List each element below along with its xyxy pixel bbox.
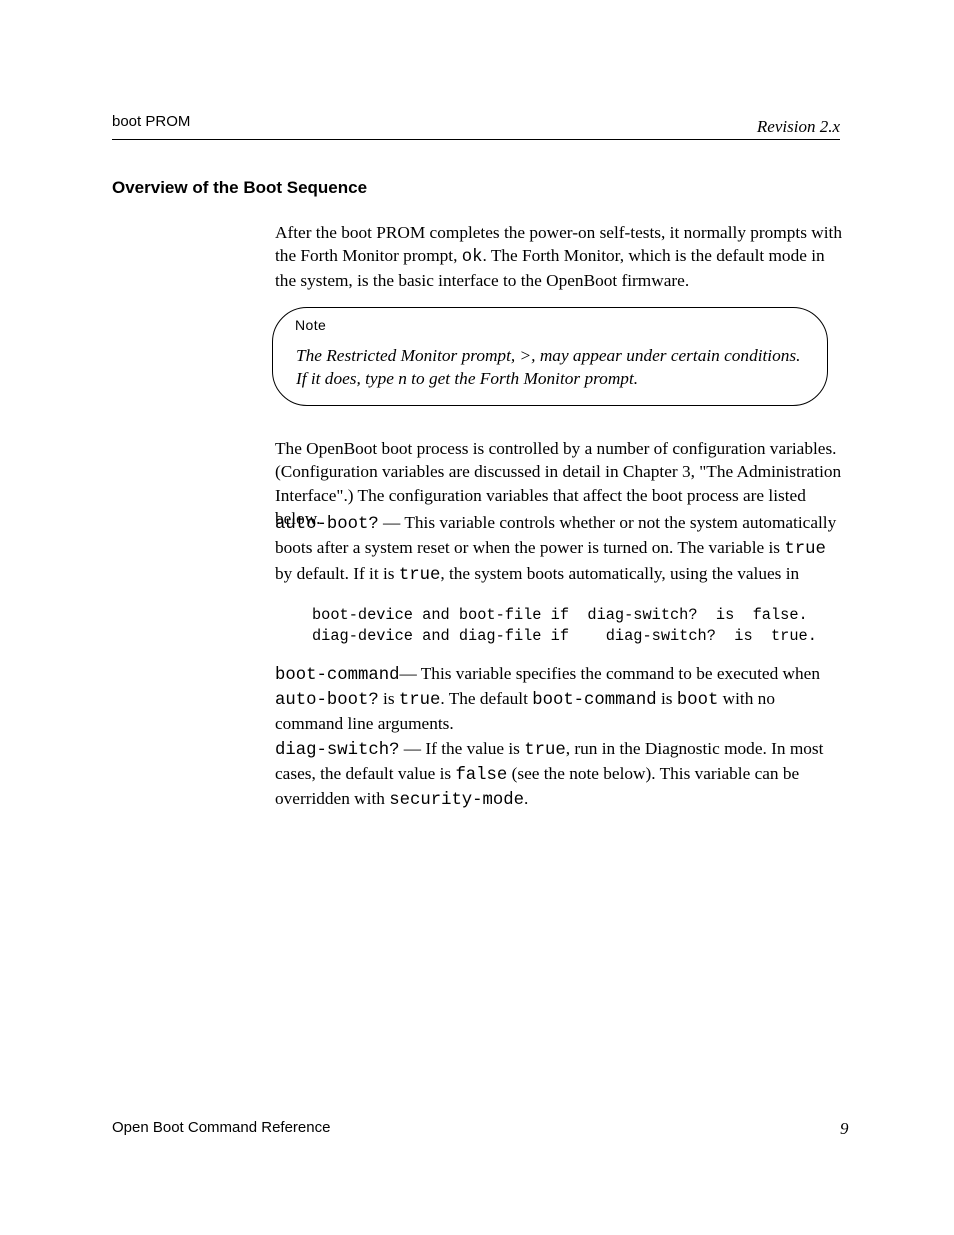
p3-code-true1: true (784, 540, 825, 559)
footer-left: Open Boot Command Reference (112, 1119, 330, 1136)
paragraph-bootcommand: boot-command— This variable specifies th… (275, 662, 843, 735)
paragraph-autoboot: auto-boot? — This variable controls whet… (275, 511, 843, 587)
p4-code-bootcommand2: boot-command (532, 691, 656, 710)
p4-text-d: is (379, 689, 399, 708)
p1-code-ok: ok (462, 248, 483, 267)
p5-text-h: . (524, 789, 528, 808)
paragraph-diagswitch: diag-switch? — If the value is true, run… (275, 737, 843, 812)
p4-code-autoboot: auto-boot? (275, 691, 379, 710)
note-heading: Note (295, 317, 326, 333)
p5-code-diagswitch: diag-switch? (275, 741, 399, 760)
note-body: The Restricted Monitor prompt, >, may ap… (296, 344, 806, 391)
p3-code-true2: true (399, 566, 440, 585)
p5-code-true: true (524, 741, 565, 760)
header-right: Revision 2.x (690, 117, 840, 137)
footer-page-number: 9 (840, 1119, 870, 1139)
p3-text-d: by default. If it is (275, 564, 399, 583)
code-line-1: boot-device and boot-file if diag-switch… (312, 606, 808, 624)
p4-text-b: — This variable specifies the command to… (399, 664, 820, 683)
p4-code-true: true (399, 691, 440, 710)
paragraph-intro: After the boot PROM completes the power-… (275, 221, 843, 292)
code-line-2: diag-device and diag-file if diag-switch… (312, 627, 817, 645)
p3-code-autoboot: auto-boot? (275, 515, 379, 534)
header-left: boot PROM (112, 113, 190, 130)
p5-code-false: false (455, 766, 507, 785)
p5-code-securitymode: security-mode (389, 791, 524, 810)
p4-code-bootcommand: boot-command (275, 666, 399, 685)
header-rule (112, 139, 840, 140)
section-title: Overview of the Boot Sequence (112, 178, 367, 198)
p5-text-b: — If the value is (399, 739, 524, 758)
p3-text-f: , the system boots automatically, using … (440, 564, 799, 583)
p4-text-f: . The default (440, 689, 532, 708)
code-block: boot-device and boot-file if diag-switch… (312, 605, 817, 647)
p4-code-boot: boot (677, 691, 718, 710)
p4-text-h: is (657, 689, 677, 708)
